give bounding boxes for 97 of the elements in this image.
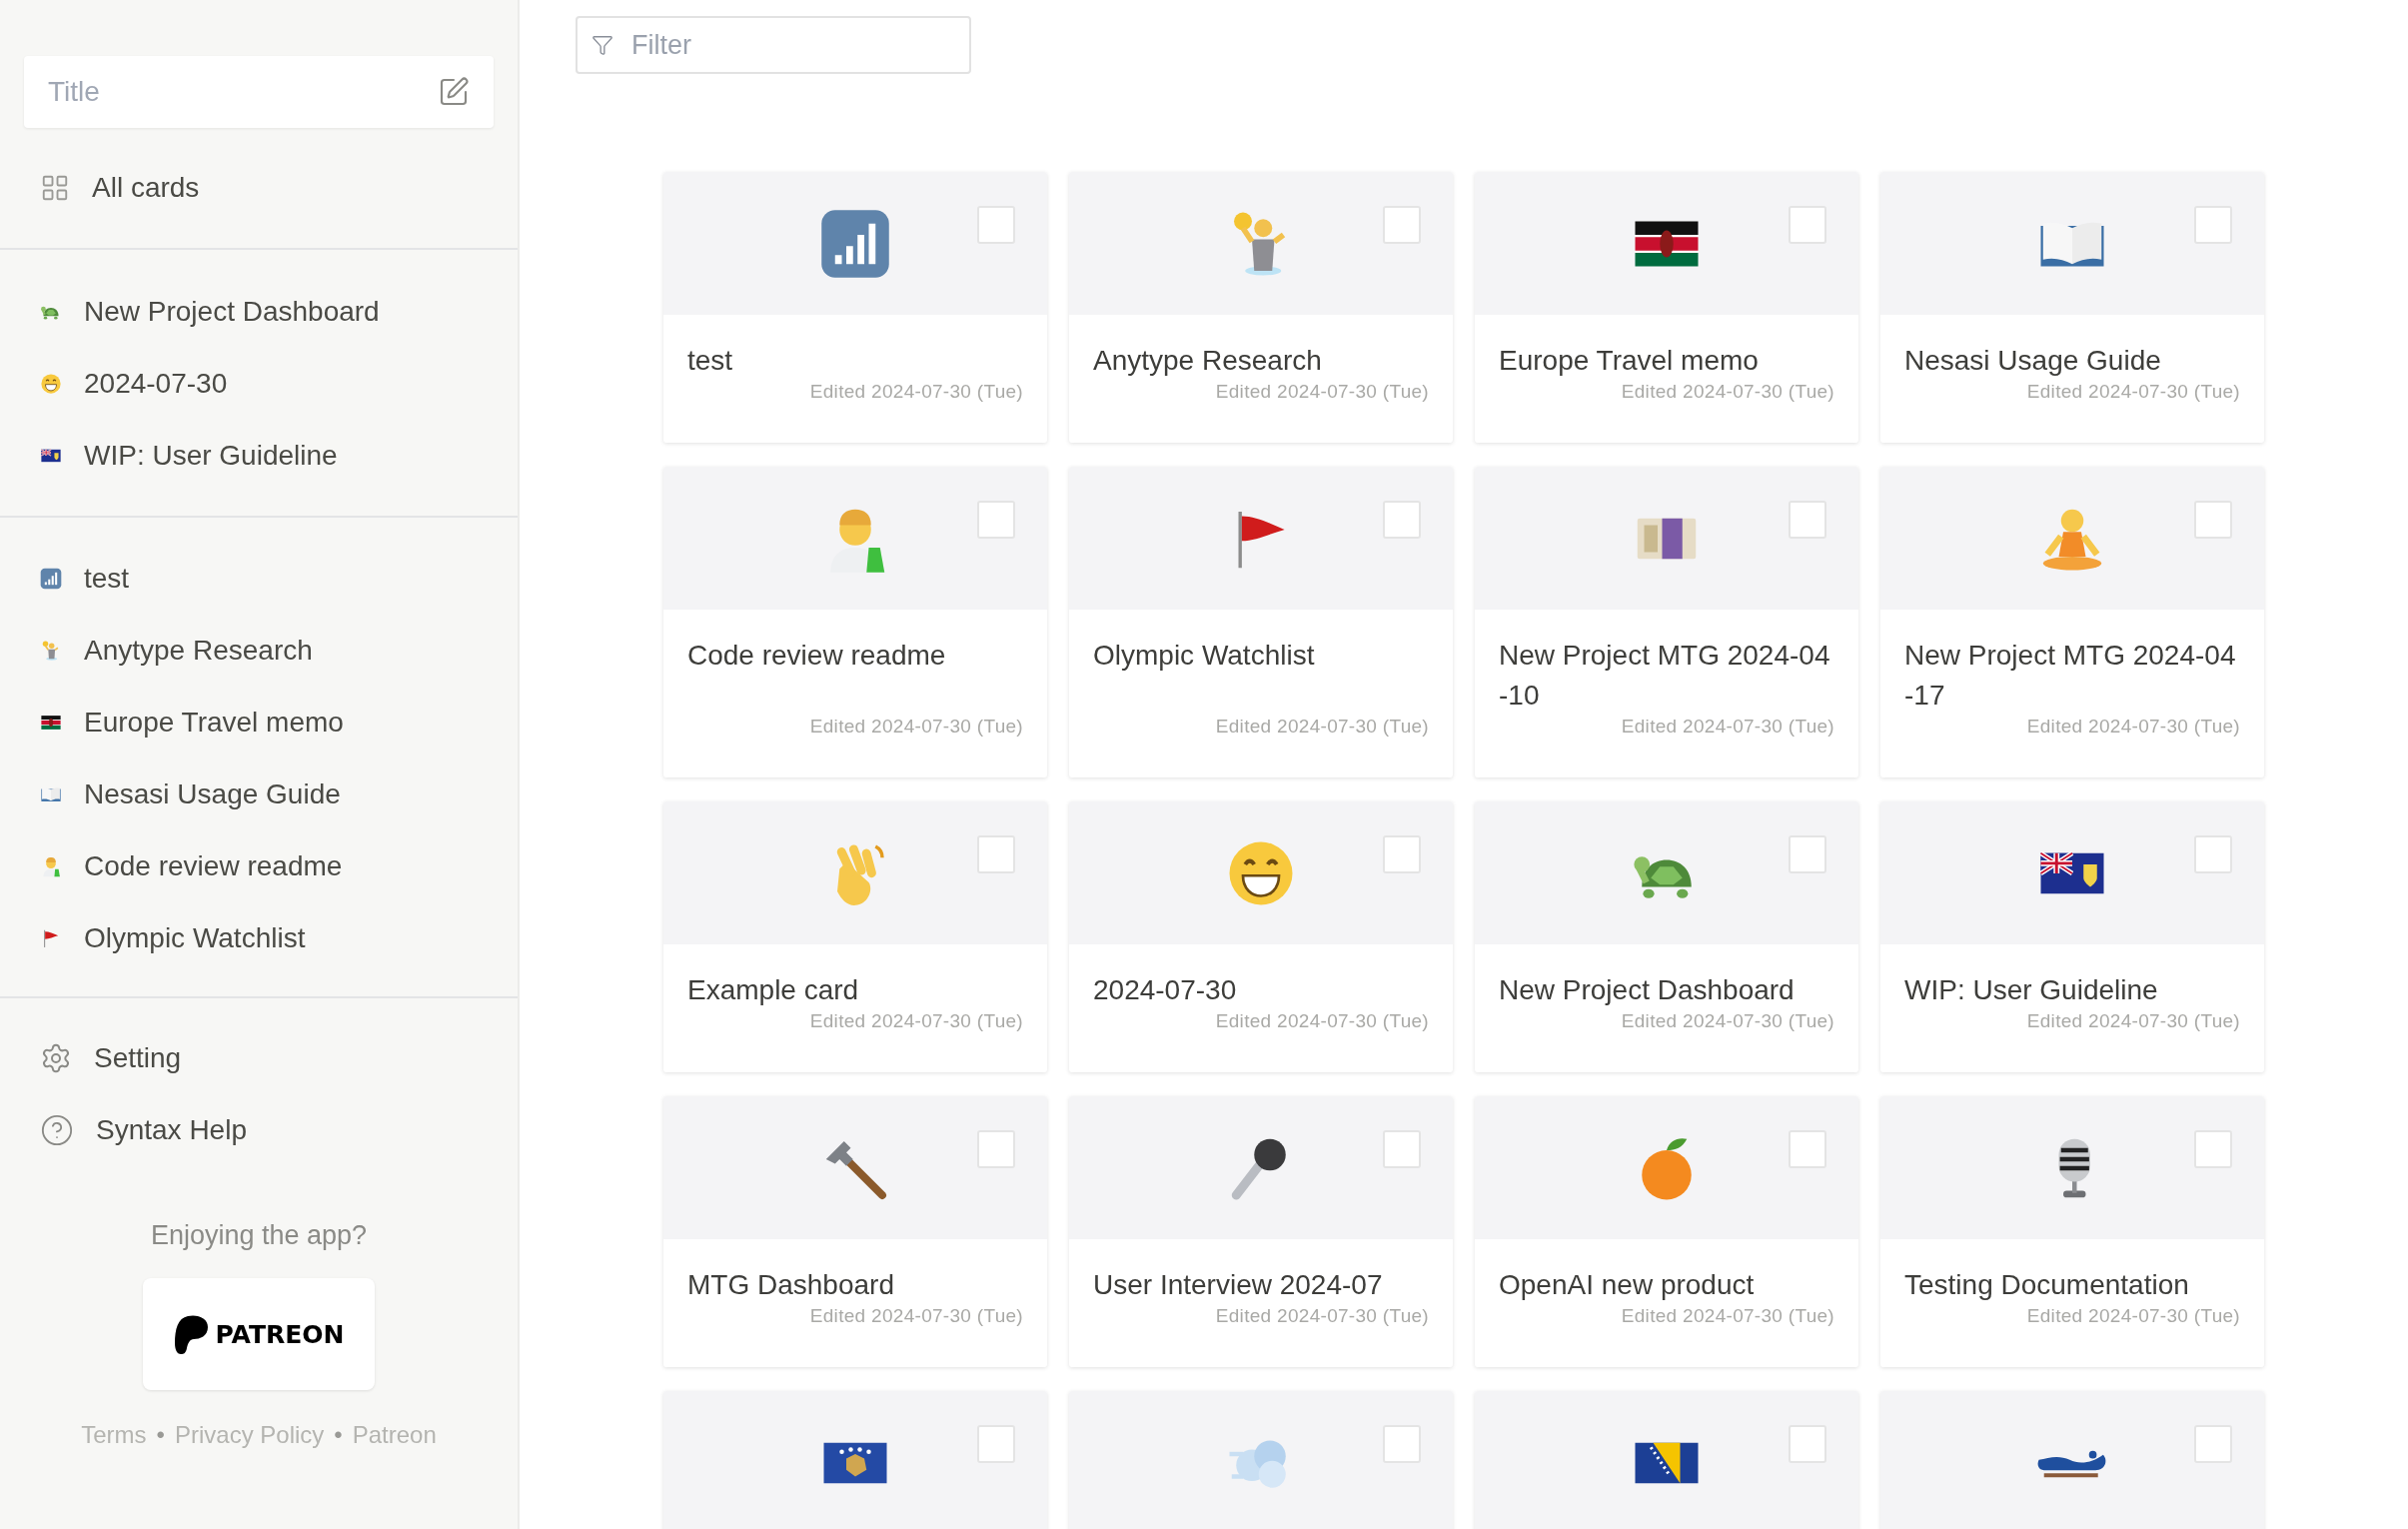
recent-card-item[interactable]: Europe Travel memo [0, 687, 518, 759]
card-title: Nesasi Usage Guide [1904, 344, 2162, 378]
card-title: User Interview 2024-07 [1093, 1268, 1384, 1302]
edited-date: Edited 2024-07-30 (Tue) [1621, 1305, 1834, 1327]
card-title: Anytype Research [1093, 344, 1323, 378]
card-title: New Project Dashboard [1499, 973, 1796, 1007]
card-checkbox[interactable] [2194, 501, 2232, 539]
signal-bars-icon [819, 207, 891, 280]
card-checkbox[interactable] [1383, 1425, 1421, 1463]
recent-card-item[interactable]: Olympic Watchlist [0, 902, 518, 974]
separator-dot: • [156, 1420, 165, 1450]
card-checkbox[interactable] [977, 206, 1015, 244]
card-title: 2024-07-30 [1093, 973, 1238, 1007]
note-card[interactable]: New Project MTG 2024-04-10 Edited 2024-07-30 (Tue) [1475, 467, 1858, 777]
card-checkbox[interactable] [977, 1425, 1015, 1463]
card-title: Testing Documentation [1904, 1268, 2190, 1302]
note-card[interactable] [1475, 1391, 1858, 1529]
card-checkbox[interactable] [1789, 1425, 1826, 1463]
pinned-card-item[interactable]: New Project Dashboard [0, 276, 518, 348]
card-checkbox[interactable] [1383, 835, 1421, 873]
card-checkbox[interactable] [2194, 835, 2232, 873]
card-title: OpenAI new product [1499, 1268, 1756, 1302]
note-card[interactable]: Nesasi Usage Guide Edited 2024-07-30 (Tue) [1880, 172, 2264, 443]
card-title: Example card [687, 973, 860, 1007]
pinned-card-item[interactable]: 2024-07-30 [0, 348, 518, 420]
note-card[interactable]: Europe Travel memo Edited 2024-07-30 (Tue) [1475, 172, 1858, 443]
card-title: MTG Dashboard [687, 1268, 895, 1302]
note-card[interactable]: Olympic Watchlist Edited 2024-07-30 (Tue) [1069, 467, 1453, 777]
grid-icon [40, 173, 70, 203]
edited-date: Edited 2024-07-30 (Tue) [1215, 716, 1429, 738]
edited-date: Edited 2024-07-30 (Tue) [2026, 381, 2240, 403]
edited-date: Edited 2024-07-30 (Tue) [1621, 1010, 1834, 1032]
edited-date: Edited 2024-07-30 (Tue) [2026, 1010, 2240, 1032]
card-checkbox[interactable] [1789, 1130, 1826, 1168]
card-checkbox[interactable] [1383, 501, 1421, 539]
note-card[interactable]: Testing Documentation Edited 2024-07-30 (Tue) [1880, 1096, 2264, 1367]
compose-icon[interactable] [438, 76, 470, 108]
edited-date: Edited 2024-07-30 (Tue) [2026, 1305, 2240, 1327]
help-icon [40, 1113, 74, 1147]
card-title: New Project MTG 2024-04-17 [1904, 639, 2237, 713]
card-checkbox[interactable] [1789, 835, 1826, 873]
card-title: New Project MTG 2024-04-10 [1499, 639, 1831, 713]
card-checkbox[interactable] [977, 1130, 1015, 1168]
signal-bars-icon [40, 568, 62, 590]
recent-card-item[interactable]: test [0, 543, 518, 615]
note-card[interactable]: Example card Edited 2024-07-30 (Tue) [663, 801, 1047, 1072]
settings-icon [40, 1042, 72, 1074]
edited-date: Edited 2024-07-30 (Tue) [809, 1010, 1023, 1032]
note-card[interactable]: User Interview 2024-07 Edited 2024-07-30 (Tue) [1069, 1096, 1453, 1367]
card-checkbox[interactable] [1789, 501, 1826, 539]
patreon-logo-icon [173, 1314, 210, 1354]
card-checkbox[interactable] [1789, 206, 1826, 244]
note-card[interactable] [663, 1391, 1047, 1529]
patreon-button[interactable]: PATREON [143, 1278, 375, 1390]
note-card[interactable]: MTG Dashboard Edited 2024-07-30 (Tue) [663, 1096, 1047, 1367]
note-card[interactable]: WIP: User Guideline Edited 2024-07-30 (Tue) [1880, 801, 2264, 1072]
card-checkbox[interactable] [1383, 206, 1421, 244]
edited-date: Edited 2024-07-30 (Tue) [809, 1305, 1023, 1327]
edited-date: Edited 2024-07-30 (Tue) [809, 716, 1023, 738]
card-checkbox[interactable] [2194, 206, 2232, 244]
edited-date: Edited 2024-07-30 (Tue) [2026, 716, 2240, 738]
recent-card-item[interactable]: Nesasi Usage Guide [0, 759, 518, 830]
edited-date: Edited 2024-07-30 (Tue) [809, 381, 1023, 403]
card-title: Olympic Watchlist [1093, 639, 1316, 673]
all-cards-link[interactable]: All cards [0, 152, 518, 224]
card-title: Code review readme [687, 639, 947, 673]
filter-icon [592, 34, 613, 56]
note-card[interactable]: New Project MTG 2024-04-17 Edited 2024-07-30 (Tue) [1880, 467, 2264, 777]
recent-card-item[interactable]: Code review readme [0, 830, 518, 902]
edited-date: Edited 2024-07-30 (Tue) [1215, 1010, 1429, 1032]
separator-dot: • [334, 1420, 343, 1450]
title-field[interactable]: Title [24, 56, 494, 128]
support-prompt: Enjoying the app? [150, 1219, 368, 1252]
card-title: WIP: User Guideline [1904, 973, 2159, 1007]
card-checkbox[interactable] [977, 835, 1015, 873]
edited-date: Edited 2024-07-30 (Tue) [1621, 381, 1834, 403]
filter-field[interactable]: Filter [576, 16, 971, 74]
note-card[interactable]: Anytype Research Edited 2024-07-30 (Tue) [1069, 172, 1453, 443]
note-card[interactable]: OpenAI new product Edited 2024-07-30 (Tue) [1475, 1096, 1858, 1367]
edited-date: Edited 2024-07-30 (Tue) [1215, 1305, 1429, 1327]
recent-card-item[interactable]: Anytype Research [0, 615, 518, 687]
card-checkbox[interactable] [2194, 1130, 2232, 1168]
edited-date: Edited 2024-07-30 (Tue) [1621, 716, 1834, 738]
card-checkbox[interactable] [977, 501, 1015, 539]
card-checkbox[interactable] [1383, 1130, 1421, 1168]
smiley-icon [40, 373, 62, 395]
menu-item[interactable]: Syntax Help [0, 1094, 518, 1166]
card-checkbox[interactable] [2194, 1425, 2232, 1463]
note-card[interactable]: New Project Dashboard Edited 2024-07-30 (Tue) [1475, 801, 1858, 1072]
card-title: test [687, 344, 734, 378]
edited-date: Edited 2024-07-30 (Tue) [1215, 381, 1429, 403]
note-card[interactable]: Code review readme Edited 2024-07-30 (Tue) [663, 467, 1047, 777]
card-title: Europe Travel memo [1499, 344, 1760, 378]
pinned-card-item[interactable]: WIP: User Guideline [0, 420, 518, 492]
menu-item[interactable]: Setting [0, 1022, 518, 1094]
note-card[interactable]: test Edited 2024-07-30 (Tue) [663, 172, 1047, 443]
note-card[interactable]: 2024-07-30 Edited 2024-07-30 (Tue) [1069, 801, 1453, 1072]
